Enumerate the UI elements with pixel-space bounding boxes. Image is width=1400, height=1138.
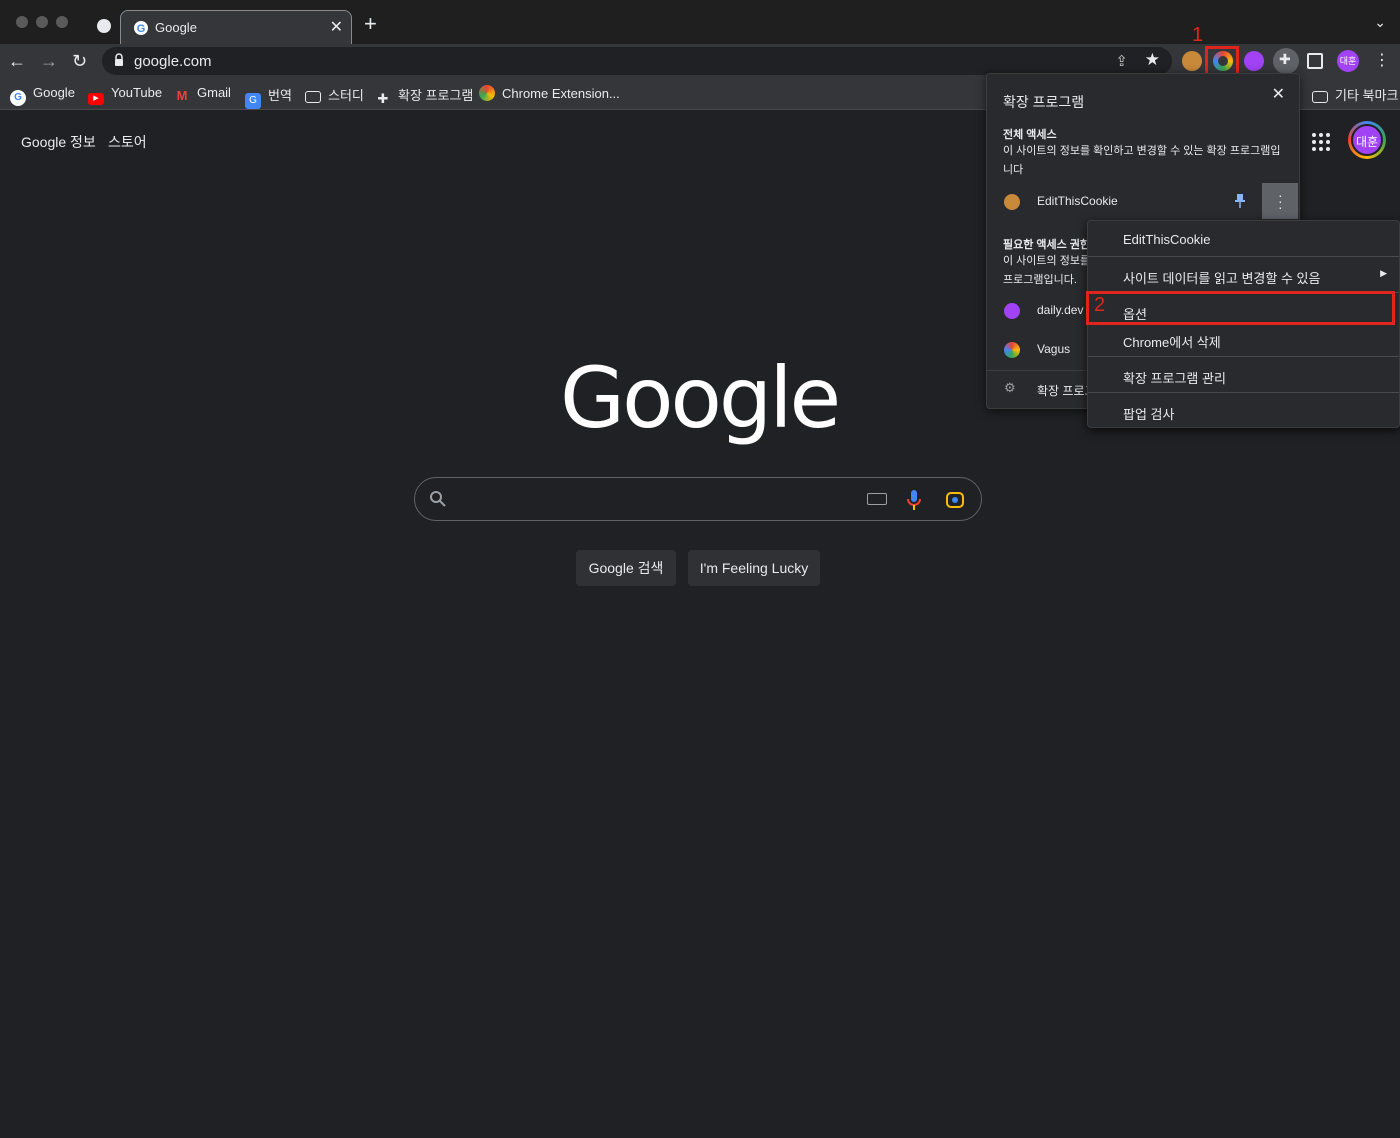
extension-row-editthiscookie[interactable]: EditThisCookie [987,183,1299,219]
pin-icon[interactable] [1235,194,1245,208]
google-icon: G [10,90,26,106]
menu-item-extension-name[interactable]: EditThisCookie [1088,222,1399,256]
back-icon[interactable]: ← [8,50,26,72]
extension-name: daily.dev [1037,303,1084,317]
profile-avatar[interactable]: 대훈 [1337,50,1359,72]
google-logo: Google [560,349,841,447]
address-bar[interactable]: google.com ⇪ ★ [102,47,1172,75]
minimize-window-button[interactable] [36,16,48,28]
menu-item-label: 확장 프로그램 관리 [1123,371,1226,386]
bookmark-folder-study[interactable]: 스터디 [305,85,364,104]
tab-search-icon[interactable]: ⌄ [1374,14,1386,31]
full-access-heading: 전체 액세스 [1003,129,1057,141]
annotation-label-1: 1 [1192,24,1204,46]
more-vert-icon: · · · [1278,187,1283,215]
popup-close-icon[interactable]: ✕ [1272,84,1285,104]
keyboard-icon[interactable] [867,493,887,505]
share-icon[interactable]: ⇪ [1115,52,1128,70]
bookmark-label: Chrome Extension... [502,86,620,101]
gear-icon: ⚙ [1004,380,1016,395]
folder-icon [1312,91,1328,103]
extensions-puzzle-icon[interactable]: ✚ [1273,48,1299,74]
menu-divider [1088,392,1399,393]
required-access-heading: 필요한 액세스 권한 [1003,239,1091,251]
google-search-button[interactable]: Google 검색 [576,550,676,586]
bookmark-extensions[interactable]: ✚ 확장 프로그램 [375,85,474,107]
bookmark-label: 기타 북마크 [1335,88,1399,103]
lock-icon[interactable] [114,53,124,67]
dailydev-extension-icon[interactable] [1244,51,1264,71]
extension-name: EditThisCookie [1037,194,1118,208]
bookmark-gmail[interactable]: M Gmail [174,85,231,104]
chrome-icon [479,85,495,101]
bookmark-youtube[interactable]: ▶ YouTube [88,85,162,105]
store-link[interactable]: 스토어 [108,132,147,152]
bookmark-chrome-extension[interactable]: Chrome Extension... [479,85,620,101]
bookmark-translate[interactable]: G 번역 [245,85,292,109]
search-icon [430,491,446,507]
other-bookmarks-folder[interactable]: 기타 북마크 [1312,85,1398,104]
forward-icon[interactable]: → [40,50,58,72]
side-panel-icon[interactable] [1307,53,1323,69]
google-favicon-icon: G [134,21,148,35]
apps-grid-icon[interactable] [1312,133,1330,151]
tab-strip: G Google ✕ + ⌄ [0,0,1400,44]
microphone-icon[interactable] [907,489,921,511]
tab-title: Google [155,20,197,35]
google-lens-icon[interactable] [945,490,965,510]
menu-item-remove[interactable]: Chrome에서 삭제 [1088,322,1399,356]
bookmark-label: 스터디 [328,88,364,103]
bookmark-label: 번역 [268,88,292,103]
translate-icon: G [245,93,261,109]
tab-close-icon[interactable]: ✕ [330,17,343,37]
extension-more-actions-button[interactable]: · · · [1262,183,1298,219]
bookmark-label: YouTube [111,85,163,100]
menu-item-label: 팝업 검사 [1123,407,1175,422]
reload-icon[interactable]: ↻ [72,50,87,72]
folder-icon [305,91,321,103]
menu-item-label: EditThisCookie [1123,232,1211,247]
full-access-description: 이 사이트의 정보를 확인하고 변경할 수 있는 확장 프로그램입니다 [1003,145,1281,176]
svg-text:G: G [137,23,146,35]
tab-group-dot[interactable] [97,19,111,33]
menu-item-label: 사이트 데이터를 읽고 변경할 수 있음 [1123,271,1321,286]
tab-google[interactable]: G Google ✕ [120,10,352,44]
cookie-icon [1004,194,1020,210]
vagus-icon [1004,342,1020,358]
menu-item-site-access[interactable]: 사이트 데이터를 읽고 변경할 수 있음 ▶ [1088,258,1399,292]
search-box[interactable] [414,477,982,521]
bookmark-label: Google [33,85,75,100]
avatar-initials: 대훈 [1351,124,1383,156]
editthiscookie-extension-icon[interactable] [1182,51,1202,71]
about-google-link[interactable]: Google 정보 [21,132,96,152]
new-tab-button[interactable]: + [364,12,377,36]
annotation-box-2 [1086,291,1395,325]
feeling-lucky-button[interactable]: I'm Feeling Lucky [688,550,820,586]
url-text[interactable]: google.com [134,53,212,70]
puzzle-icon: ✚ [377,91,389,106]
dailydev-icon [1004,303,1020,319]
menu-divider [1088,256,1399,257]
bookmark-label: 확장 프로그램 [398,88,474,103]
gmail-icon: M [176,88,188,103]
account-avatar[interactable]: 대훈 [1348,121,1386,159]
popup-title: 확장 프로그램 [1003,94,1085,110]
bookmark-google[interactable]: G Google [10,85,75,106]
youtube-icon: ▶ [88,93,104,105]
menu-divider [1088,356,1399,357]
chrome-menu-icon[interactable]: ⋮ [1374,50,1390,72]
submenu-arrow-icon: ▶ [1380,268,1387,278]
menu-item-manage-extensions[interactable]: 확장 프로그램 관리 [1088,358,1399,392]
bookmark-star-icon[interactable]: ★ [1145,50,1160,70]
close-window-button[interactable] [16,16,28,28]
menu-item-inspect-popup[interactable]: 팝업 검사 [1088,394,1399,428]
extension-name: Vagus [1037,342,1071,356]
bookmark-label: Gmail [197,85,231,100]
annotation-label-2: 2 [1094,294,1106,316]
menu-item-label: Chrome에서 삭제 [1123,335,1221,350]
maximize-window-button[interactable] [56,16,68,28]
